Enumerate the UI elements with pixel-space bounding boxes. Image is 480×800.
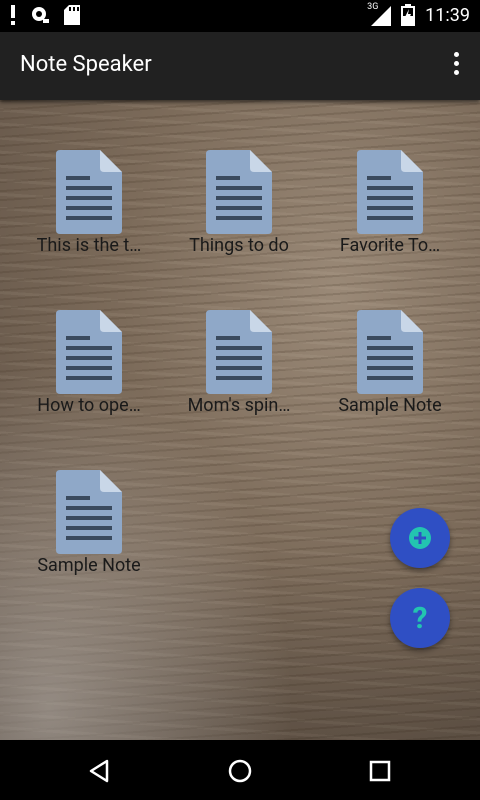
- navigation-bar: [0, 740, 480, 800]
- status-time: 11:39: [425, 4, 470, 26]
- note-title: Things to do: [189, 235, 289, 256]
- note-title: Sample Note: [37, 555, 141, 576]
- status-bar: 3G 11:39: [0, 0, 480, 32]
- recents-icon[interactable]: [365, 756, 395, 786]
- note-title: Favorite To…: [339, 235, 441, 256]
- vpn-key-icon: [32, 7, 49, 23]
- document-icon: [206, 150, 272, 234]
- note-title: Mom's spin…: [187, 395, 291, 416]
- note-title: Sample Note: [338, 395, 442, 416]
- help-icon: ?: [412, 600, 428, 636]
- note-item[interactable]: Sample Note: [14, 470, 164, 600]
- sd-card-icon: [64, 5, 80, 25]
- document-icon: [56, 150, 122, 234]
- note-item[interactable]: This is the t…: [14, 150, 164, 280]
- add-note-button[interactable]: [390, 508, 450, 568]
- note-item[interactable]: Favorite To…: [315, 150, 465, 280]
- document-icon: [56, 470, 122, 554]
- note-title: This is the t…: [36, 235, 142, 256]
- notification-alert-icon: [11, 5, 15, 25]
- document-icon: [56, 310, 122, 394]
- note-title: How to ope…: [37, 395, 141, 416]
- app-title: Note Speaker: [20, 52, 152, 77]
- back-icon[interactable]: [85, 756, 115, 786]
- signal-icon: 3G: [367, 2, 392, 26]
- battery-charging-icon: [401, 4, 416, 26]
- network-type-label: 3G: [367, 2, 379, 12]
- document-icon: [206, 310, 272, 394]
- add-icon: [409, 527, 431, 549]
- help-button[interactable]: ?: [390, 588, 450, 648]
- document-icon: [357, 310, 423, 394]
- action-bar: Note Speaker: [0, 32, 480, 100]
- note-item[interactable]: Mom's spin…: [164, 310, 314, 440]
- document-icon: [357, 150, 423, 234]
- home-icon[interactable]: [225, 756, 255, 786]
- note-item[interactable]: How to ope…: [14, 310, 164, 440]
- note-item[interactable]: Sample Note: [315, 310, 465, 440]
- overflow-menu-icon[interactable]: [452, 52, 462, 80]
- note-item[interactable]: Things to do: [164, 150, 314, 280]
